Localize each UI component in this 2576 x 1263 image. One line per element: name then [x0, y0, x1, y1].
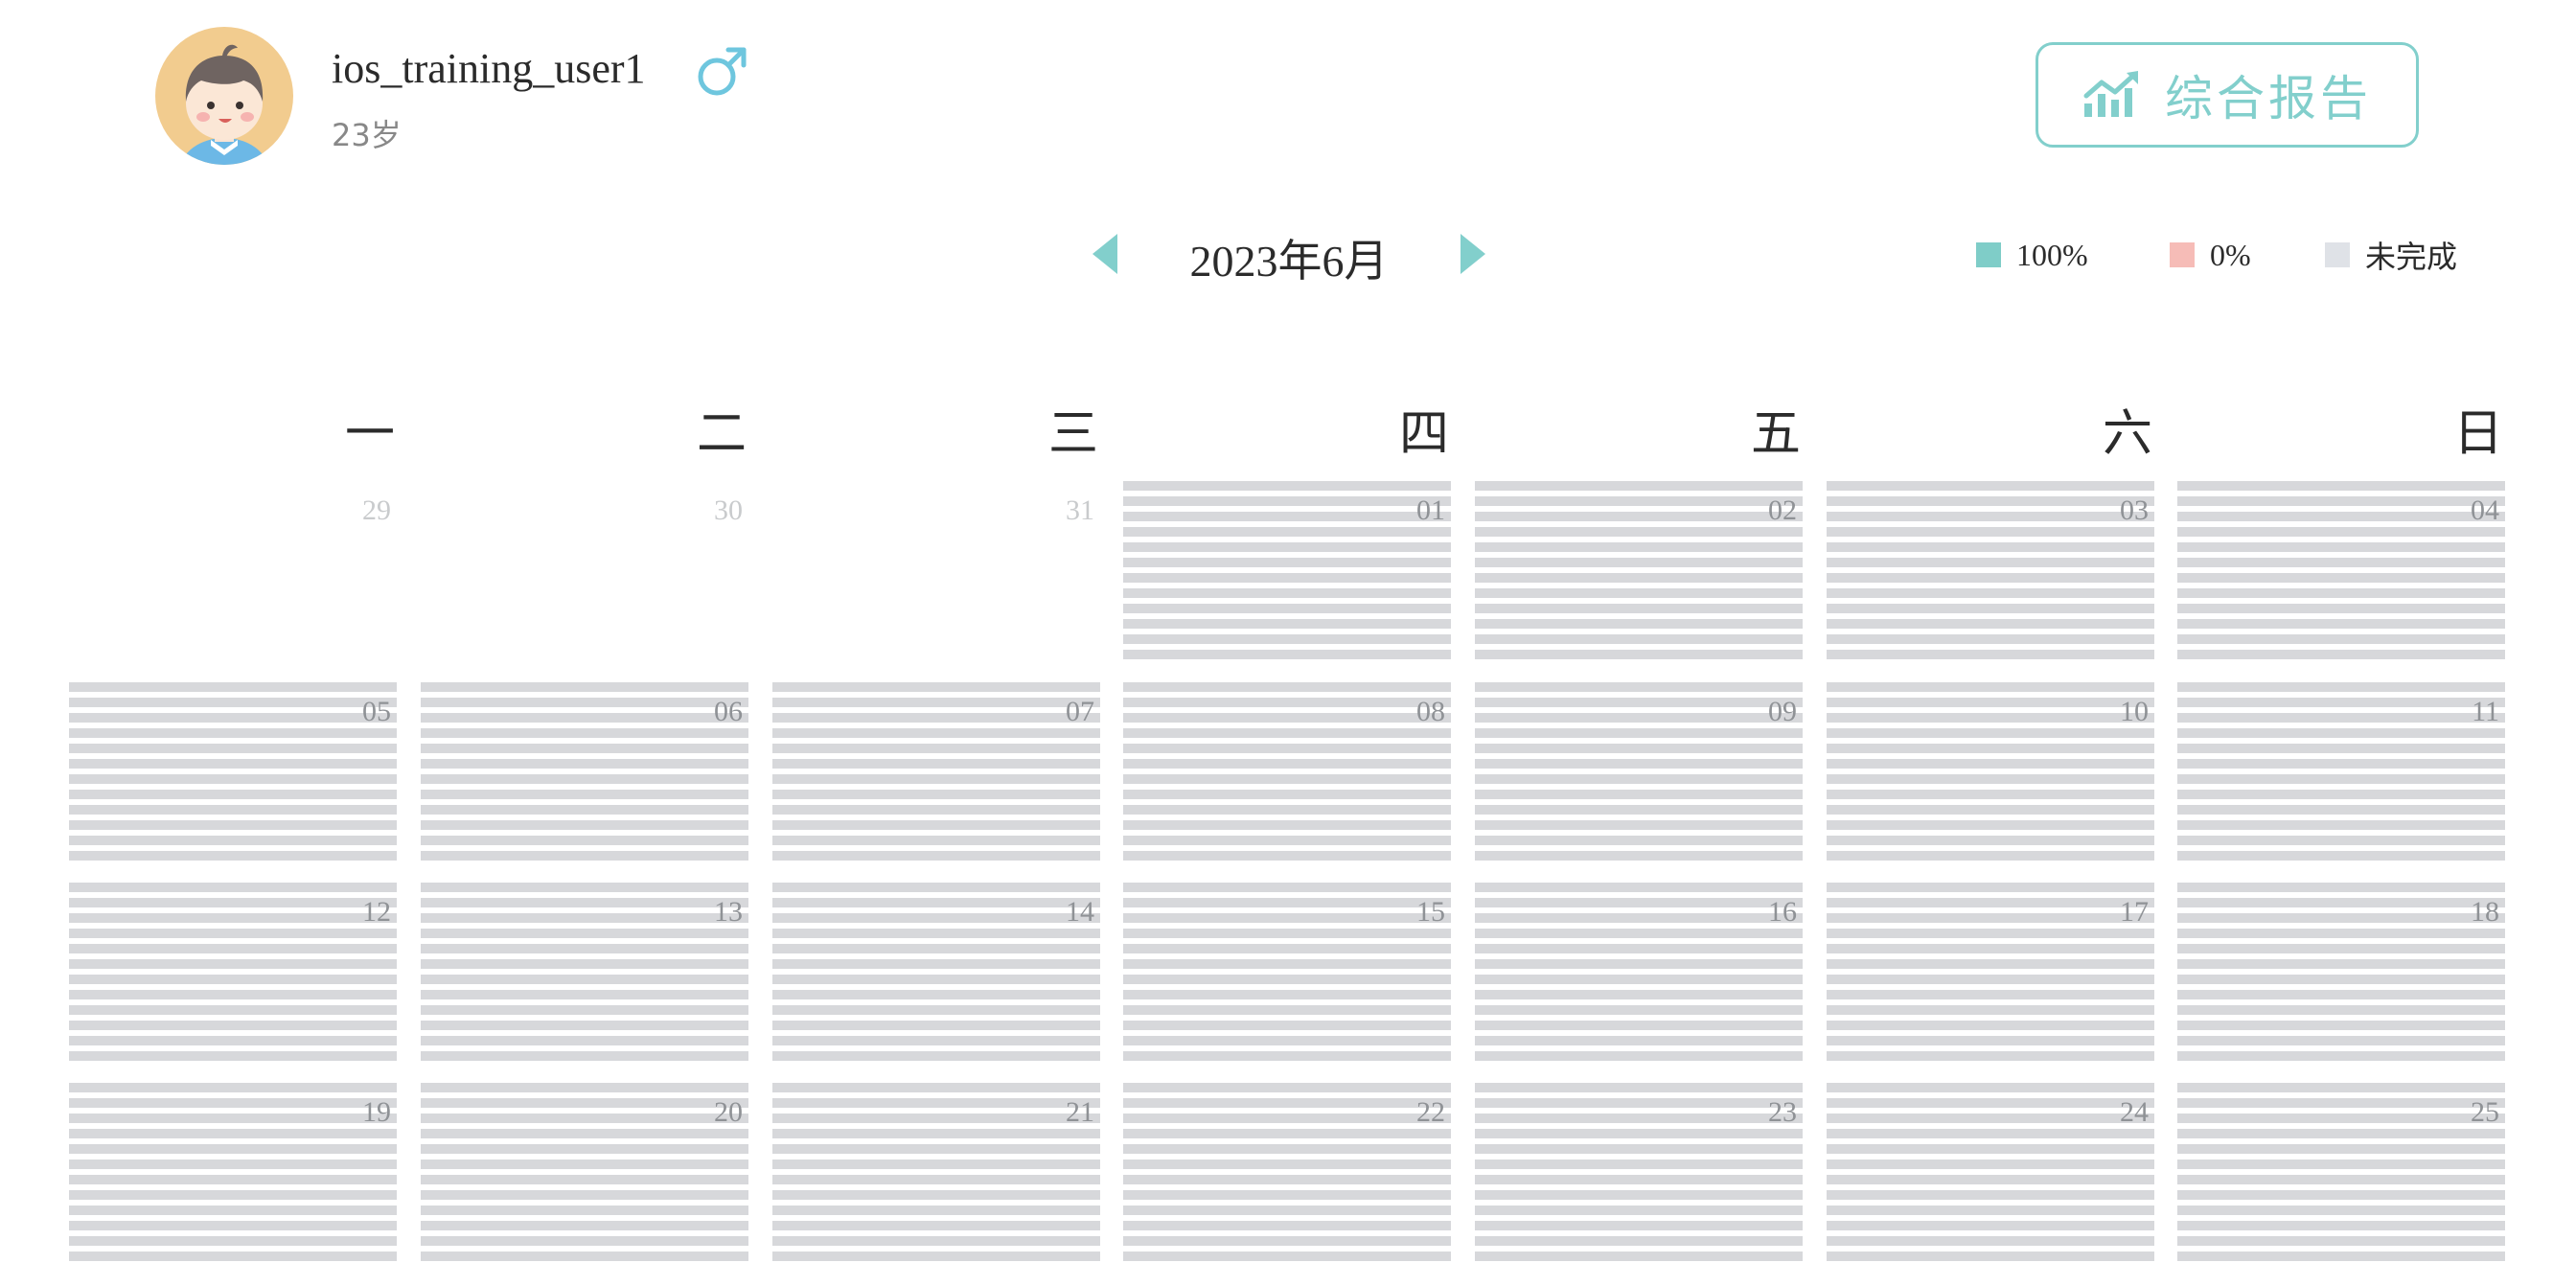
weekday-header: 五 — [1750, 405, 1801, 463]
legend-item-complete: 100% — [1976, 236, 2088, 274]
calendar-day-number: 30 — [714, 494, 743, 526]
calendar-day-number: 24 — [2120, 1096, 2149, 1128]
calendar-day-cell[interactable]: 10 — [1827, 682, 2154, 862]
calendar-day-cell[interactable]: 14 — [772, 883, 1100, 1063]
calendar-day-cell[interactable]: 15 — [1123, 883, 1451, 1063]
calendar-day-cell[interactable]: 20 — [421, 1083, 748, 1263]
triangle-left-icon[interactable] — [1092, 234, 1117, 274]
calendar-day-number: 25 — [2471, 1096, 2499, 1128]
weekday-header: 一 — [344, 405, 395, 463]
triangle-right-icon[interactable] — [1460, 234, 1485, 274]
calendar-day-cell[interactable]: 01 — [1123, 481, 1451, 661]
calendar-day-number: 17 — [2120, 896, 2149, 928]
report-button-label: 综合报告 — [2165, 71, 2372, 126]
user-age: 23岁 — [332, 117, 402, 153]
calendar-day-cell: 31 — [772, 481, 1100, 661]
calendar-day-cell[interactable]: 23 — [1475, 1083, 1803, 1263]
weekday-header: 四 — [1398, 405, 1449, 463]
calendar-day-number: 13 — [714, 896, 743, 928]
calendar-day-number: 15 — [1416, 896, 1445, 928]
month-navigator: 2023年6月 — [1083, 226, 1495, 286]
weekday-header: 二 — [696, 405, 747, 463]
calendar-day-cell[interactable]: 06 — [421, 682, 748, 862]
calendar-day-number: 06 — [714, 696, 743, 727]
calendar-day-cell: 29 — [69, 481, 397, 661]
calendar-day-cell[interactable]: 25 — [2177, 1083, 2505, 1263]
calendar-day-cell[interactable]: 08 — [1123, 682, 1451, 862]
calendar-day-number: 18 — [2471, 896, 2499, 928]
male-symbol-icon — [698, 47, 747, 96]
calendar-day-cell[interactable]: 22 — [1123, 1083, 1451, 1263]
calendar-day-number: 09 — [1768, 696, 1797, 727]
calendar-day-cell[interactable]: 11 — [2177, 682, 2505, 862]
calendar-day-number: 08 — [1416, 696, 1445, 727]
calendar-day-cell[interactable]: 12 — [69, 883, 397, 1063]
calendar-day-number: 19 — [362, 1096, 391, 1128]
boy-avatar-icon — [180, 44, 268, 165]
legend-label: 100% — [2016, 237, 2088, 272]
calendar-day-cell: 30 — [421, 481, 748, 661]
calendar-day-cell[interactable]: 07 — [772, 682, 1100, 862]
weekday-header: 三 — [1047, 405, 1098, 463]
calendar-day-number: 03 — [2120, 494, 2149, 526]
weekday-header: 日 — [2452, 405, 2503, 463]
calendar-day-number: 05 — [362, 696, 391, 727]
legend-item-incomplete: 未完成 — [2325, 236, 2458, 275]
calendar-day-number: 22 — [1416, 1096, 1445, 1128]
calendar-day-cell[interactable]: 21 — [772, 1083, 1100, 1263]
calendar-day-cell[interactable]: 04 — [2177, 481, 2505, 661]
calendar-day-number: 31 — [1066, 494, 1094, 526]
legend-label: 0% — [2210, 237, 2251, 272]
calendar-day-cell[interactable]: 18 — [2177, 883, 2505, 1063]
calendar-day-number: 02 — [1768, 494, 1797, 526]
weekday-header: 六 — [2102, 405, 2152, 463]
legend-item-zero: 0% — [2170, 236, 2251, 274]
calendar-day-number: 23 — [1768, 1096, 1797, 1128]
calendar-day-cell[interactable]: 13 — [421, 883, 748, 1063]
month-title: 2023年6月 — [1189, 237, 1389, 286]
calendar-day-number: 07 — [1066, 696, 1094, 727]
legend-swatch — [2170, 242, 2195, 267]
calendar-day-number: 16 — [1768, 896, 1797, 928]
calendar-day-number: 20 — [714, 1096, 743, 1128]
calendar-day-cell[interactable]: 09 — [1475, 682, 1803, 862]
comprehensive-report-button[interactable]: 综合报告 — [2036, 42, 2419, 148]
calendar-day-number: 04 — [2471, 494, 2499, 526]
user-avatar[interactable] — [155, 27, 293, 165]
calendar-day-number: 11 — [2472, 696, 2499, 727]
legend-swatch — [2325, 242, 2350, 267]
calendar-day-number: 29 — [362, 494, 391, 526]
calendar-day-cell[interactable]: 16 — [1475, 883, 1803, 1063]
calendar-day-number: 01 — [1416, 494, 1445, 526]
legend-swatch — [1976, 242, 2001, 267]
calendar-day-cell[interactable]: 24 — [1827, 1083, 2154, 1263]
username: ios_training_user1 — [332, 45, 646, 92]
calendar-day-cell[interactable]: 03 — [1827, 481, 2154, 661]
calendar-day-cell[interactable]: 02 — [1475, 481, 1803, 661]
calendar-day-number: 21 — [1066, 1096, 1094, 1128]
calendar-day-cell[interactable]: 05 — [69, 682, 397, 862]
calendar-day-cell[interactable]: 19 — [69, 1083, 397, 1263]
calendar-day-number: 14 — [1066, 896, 1094, 928]
trend-chart-icon — [2083, 71, 2138, 117]
legend-label: 未完成 — [2365, 239, 2458, 275]
calendar-day-cell[interactable]: 17 — [1827, 883, 2154, 1063]
calendar-day-number: 10 — [2120, 696, 2149, 727]
calendar-day-number: 12 — [362, 896, 391, 928]
